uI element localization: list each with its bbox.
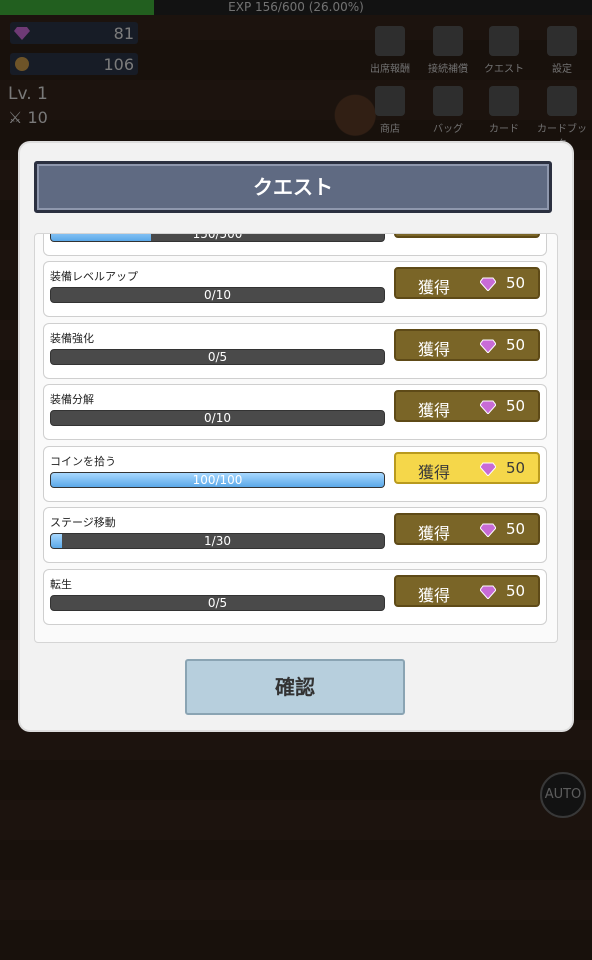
claim-label: 獲得: [418, 463, 451, 482]
gem-icon: [480, 585, 496, 599]
gem-icon: [480, 339, 496, 353]
claim-label: 獲得: [418, 524, 451, 543]
quest-progress-bar: 0/5: [50, 349, 385, 365]
claim-button[interactable]: 獲得 50: [394, 329, 540, 361]
quest-row: 転生 0/5 獲得 50: [43, 569, 547, 625]
reward-amount: 50: [506, 520, 526, 538]
quest-dialog: クエスト 150/500 獲得 50 装備レベルアップ 0/10 獲得 50 装…: [20, 143, 572, 730]
quest-progress-bar: 0/10: [50, 287, 385, 303]
quest-name: 装備レベルアップ: [50, 270, 138, 283]
gem-icon: [480, 462, 496, 476]
claim-button[interactable]: 獲得 50: [394, 234, 540, 238]
quest-progress-text: 0/10: [204, 411, 231, 425]
quest-progress-bar: 1/30: [50, 533, 385, 549]
quest-row: 装備分解 0/10 獲得 50: [43, 384, 547, 440]
quest-progress-text: 0/5: [207, 350, 228, 364]
quest-name: 装備分解: [50, 393, 94, 406]
claim-button[interactable]: 獲得 50: [394, 390, 540, 422]
quest-progress-text: 1/30: [204, 534, 231, 548]
reward-amount: 50: [506, 397, 526, 415]
quest-list[interactable]: 150/500 獲得 50 装備レベルアップ 0/10 獲得 50 装備強化 0…: [34, 233, 558, 643]
dialog-header: クエスト: [34, 161, 552, 213]
claim-label: 獲得: [418, 234, 450, 237]
quest-row: 150/500 獲得 50: [43, 233, 547, 256]
reward-amount: 50: [506, 582, 526, 600]
quest-row: ステージ移動 1/30 獲得 50: [43, 507, 547, 563]
quest-progress-bar: 0/10: [50, 410, 385, 426]
claim-label: 獲得: [418, 340, 451, 359]
quest-row: 装備レベルアップ 0/10 獲得 50: [43, 261, 547, 317]
gem-icon: [480, 277, 496, 291]
claim-button[interactable]: 獲得 50: [394, 513, 540, 545]
gem-icon: [480, 400, 496, 414]
quest-name: コインを拾う: [50, 455, 116, 468]
reward-amount: 50: [506, 336, 526, 354]
dialog-title: クエスト: [253, 175, 333, 199]
quest-progress-text: 150/500: [192, 233, 243, 241]
quest-progress-bar: 0/5: [50, 595, 385, 611]
reward-amount: 50: [506, 459, 526, 477]
quest-name: 装備強化: [50, 332, 94, 345]
quest-progress-text: 100/100: [192, 473, 243, 487]
claim-button[interactable]: 獲得 50: [394, 452, 540, 484]
reward-amount: 50: [506, 274, 526, 292]
confirm-button[interactable]: 確認: [185, 659, 405, 715]
quest-name: ステージ移動: [50, 516, 116, 529]
claim-button[interactable]: 獲得 50: [394, 267, 540, 299]
claim-label: 獲得: [418, 278, 451, 297]
quest-row: コインを拾う 100/100 獲得 50: [43, 446, 547, 502]
gem-icon: [480, 523, 496, 537]
claim-label: 獲得: [418, 401, 451, 420]
quest-progress-text: 0/10: [204, 288, 231, 302]
quest-row: 装備強化 0/5 獲得 50: [43, 323, 547, 379]
claim-button[interactable]: 獲得 50: [394, 575, 540, 607]
quest-name: 転生: [50, 578, 72, 591]
quest-progress-bar: 150/500: [50, 233, 385, 242]
claim-label: 獲得: [418, 586, 451, 605]
quest-progress-bar: 100/100: [50, 472, 385, 488]
quest-progress-text: 0/5: [207, 596, 228, 610]
